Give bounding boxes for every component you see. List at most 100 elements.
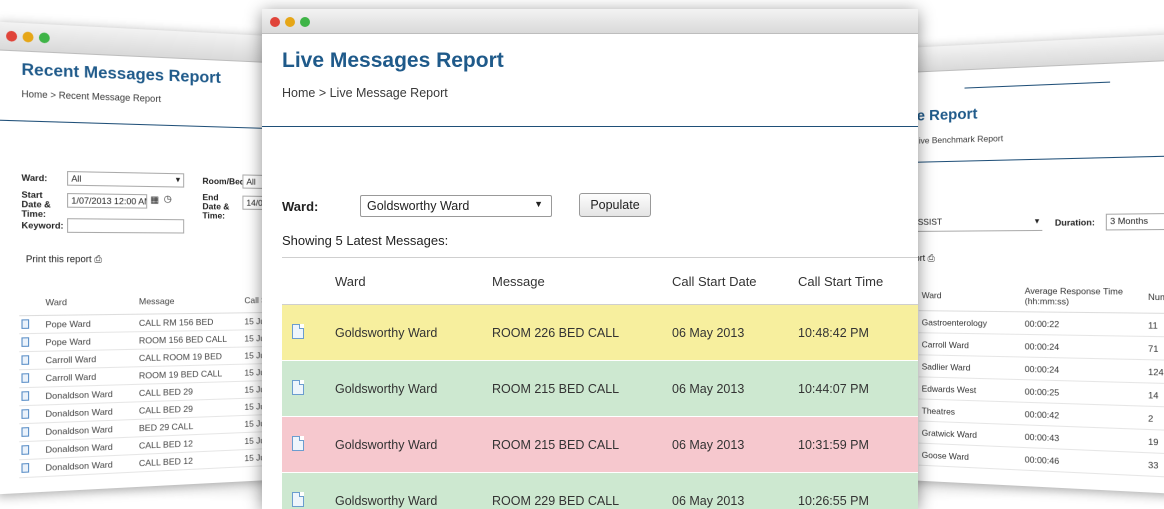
- ward-select[interactable]: Goldsworthy Ward ▼: [360, 195, 552, 217]
- live-messages-table: Ward Message Call Start Date Call Start …: [282, 257, 918, 509]
- document-icon: [21, 355, 29, 365]
- column-header[interactable]: Average Response Time (hh:mm:ss): [1022, 280, 1145, 313]
- header-divider: [905, 156, 1164, 163]
- calendar-icon[interactable]: ▦: [150, 194, 159, 205]
- cell-time: 10:31:59 PM: [797, 417, 918, 473]
- window-titlebar: [262, 9, 918, 34]
- cell-time: 10:48:42 PM: [797, 305, 918, 361]
- column-header-ward[interactable]: Ward: [334, 258, 491, 305]
- cell-ward: Goldsworthy Ward: [334, 305, 491, 361]
- cell-number: 19: [1145, 429, 1164, 455]
- end-date-label: End Date & Time:: [202, 193, 238, 221]
- printer-icon: ⎙: [928, 253, 935, 263]
- printer-icon: ⎙: [94, 254, 102, 264]
- duration-label: Duration:: [1055, 218, 1095, 228]
- cell-number: 71: [1145, 336, 1164, 360]
- window-titlebar: [0, 22, 270, 63]
- print-report-link[interactable]: Print this report ⎙: [26, 254, 102, 266]
- zoom-dot-icon[interactable]: [39, 32, 50, 43]
- column-header[interactable]: Ward: [919, 280, 1022, 312]
- column-header-time[interactable]: Call Start Time: [797, 258, 918, 305]
- minimize-dot-icon[interactable]: [285, 17, 295, 27]
- document-icon: [21, 373, 29, 383]
- cell-time: 10:44:07 PM: [797, 361, 918, 417]
- ward-label: Ward:: [282, 199, 318, 214]
- document-icon: [292, 324, 304, 339]
- column-header[interactable]: Numb: [1145, 281, 1164, 314]
- column-header[interactable]: Ward: [43, 289, 137, 315]
- ward-select[interactable]: SSIST▾: [915, 214, 1043, 231]
- page-title: Recent Messages Report: [21, 61, 220, 88]
- cell-number: 11: [1145, 313, 1164, 337]
- cell-ward: Goldsworthy Ward: [334, 417, 491, 473]
- cell-ward: Goldsworthy Ward: [334, 473, 491, 509]
- cell-time: 00:00:22: [1022, 312, 1145, 337]
- table-row[interactable]: Goldsworthy Ward ROOM 226 BED CALL 06 Ma…: [282, 305, 918, 361]
- document-icon: [21, 319, 29, 329]
- recent-messages-window: Recent Messages Report Home > Recent Mes…: [0, 22, 270, 495]
- document-icon: [21, 445, 29, 455]
- cell-time: 00:00:46: [1022, 447, 1145, 475]
- showing-count-text: Showing 5 Latest Messages:: [282, 233, 448, 248]
- keyword-input[interactable]: [67, 218, 184, 233]
- clock-icon[interactable]: ◷: [164, 193, 172, 204]
- cell-message: CALL BED 12: [137, 450, 243, 472]
- cell-date: 06 May 2013: [671, 417, 797, 473]
- benchmark-table: Ward Average Response Time (hh:mm:ss) Nu…: [919, 280, 1164, 479]
- cell-ward: Gastroenterology: [919, 311, 1022, 335]
- cell-time: 00:00:24: [1022, 357, 1145, 383]
- zoom-dot-icon[interactable]: [300, 17, 310, 27]
- cell-message: ROOM 156 BED CALL: [137, 330, 243, 349]
- populate-button[interactable]: Populate: [579, 193, 651, 217]
- header-divider: [0, 120, 270, 129]
- start-date-label: Start Date & Time:: [21, 190, 60, 219]
- table-header-row: Ward Message Call Start Date Call Start …: [282, 258, 918, 305]
- document-icon: [21, 463, 29, 473]
- page-title: Live Messages Report: [282, 49, 504, 73]
- breadcrumb[interactable]: Home > Recent Message Report: [21, 89, 161, 105]
- cell-date: 06 May 2013: [671, 473, 797, 509]
- column-header[interactable]: Message: [137, 288, 243, 314]
- print-report-label: Print this report: [26, 254, 92, 265]
- minimize-dot-icon[interactable]: [23, 31, 34, 42]
- chevron-down-icon: ▾: [1035, 216, 1039, 227]
- cell-message: CALL RM 156 BED: [137, 313, 243, 332]
- cell-date: 06 May 2013: [671, 305, 797, 361]
- duration-select[interactable]: 3 Months: [1106, 213, 1164, 230]
- cell-ward: Goose Ward: [919, 443, 1022, 470]
- cell-date: 06 May 2013: [671, 361, 797, 417]
- cell-ward: Sadlier Ward: [919, 355, 1022, 380]
- cell-time: 00:00:24: [1022, 334, 1145, 359]
- document-icon: [21, 427, 29, 437]
- close-dot-icon[interactable]: [270, 17, 280, 27]
- document-icon: [21, 409, 29, 419]
- table-row[interactable]: Goldsworthy Ward ROOM 215 BED CALL 06 Ma…: [282, 361, 918, 417]
- ward-select[interactable]: All▾: [67, 171, 184, 188]
- keyword-label: Keyword:: [21, 221, 63, 231]
- ward-select-value: Goldsworthy Ward: [367, 199, 469, 213]
- table-row[interactable]: Goldsworthy Ward ROOM 215 BED CALL 06 Ma…: [282, 417, 918, 473]
- start-date-input[interactable]: 1/07/2013 12:00 AM: [67, 193, 147, 209]
- window-titlebar: [905, 34, 1164, 73]
- cell-number: 14: [1145, 383, 1164, 408]
- breadcrumb[interactable]: ive Benchmark Report: [919, 133, 1003, 146]
- close-dot-icon[interactable]: [6, 31, 17, 42]
- cell-number: 124: [1145, 360, 1164, 385]
- cell-message: ROOM 215 BED CALL: [491, 417, 671, 473]
- benchmark-report-window: e Report ive Benchmark Report SSIST▾ Dur…: [905, 34, 1164, 493]
- cell-time: 10:26:55 PM: [797, 473, 918, 509]
- cell-ward: Donaldson Ward: [43, 454, 137, 476]
- table-header-row: Ward Message Call Start: [19, 288, 270, 316]
- table-row[interactable]: Goldsworthy Ward ROOM 229 BED CALL 06 Ma…: [282, 473, 918, 509]
- top-divider: [965, 82, 1111, 89]
- document-icon: [292, 436, 304, 451]
- cell-ward: Goldsworthy Ward: [334, 361, 491, 417]
- document-icon: [292, 380, 304, 395]
- column-header-date[interactable]: Call Start Date: [671, 258, 797, 305]
- header-divider: [262, 126, 918, 127]
- breadcrumb[interactable]: Home > Live Message Report: [282, 86, 448, 100]
- cell-message: ROOM 229 BED CALL: [491, 473, 671, 509]
- document-icon: [21, 337, 29, 347]
- room-bed-label: Room/Bed:: [202, 177, 247, 187]
- column-header-message[interactable]: Message: [491, 258, 671, 305]
